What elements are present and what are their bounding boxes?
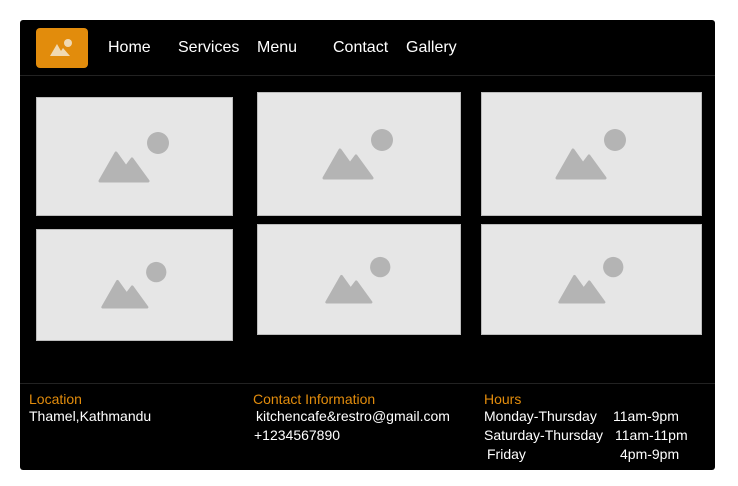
- location-text: Thamel,Kathmandu: [29, 408, 152, 424]
- gallery-image[interactable]: [257, 92, 461, 216]
- hours-days: Monday-Thursday: [484, 408, 597, 424]
- hours-title: Hours: [484, 391, 522, 407]
- contact-email[interactable]: kitchencafe&restro@gmail.com: [256, 408, 450, 424]
- page-frame: Home Services Menu Contact Gallery Locat…: [20, 20, 715, 470]
- image-placeholder-icon: [98, 131, 169, 182]
- nav-link-contact[interactable]: Contact: [333, 39, 388, 57]
- gallery-image[interactable]: [257, 224, 461, 335]
- image-placeholder-icon: [50, 39, 72, 56]
- gallery-image[interactable]: [36, 229, 233, 341]
- image-placeholder-icon: [557, 256, 623, 304]
- hours-days: Friday: [487, 446, 526, 462]
- nav-link-services[interactable]: Services: [178, 39, 239, 57]
- logo[interactable]: [36, 28, 88, 68]
- hours-time: 11am-9pm: [613, 408, 679, 424]
- location-title: Location: [29, 391, 82, 407]
- nav-link-menu[interactable]: Menu: [257, 39, 297, 57]
- nav-link-gallery[interactable]: Gallery: [406, 39, 457, 57]
- gallery-image[interactable]: [481, 92, 702, 216]
- contact-title: Contact Information: [253, 391, 376, 407]
- footer: Location Thamel,Kathmandu Contact Inform…: [20, 383, 715, 470]
- gallery-image[interactable]: [36, 97, 233, 216]
- hours-time: 11am-11pm: [615, 427, 688, 443]
- image-placeholder-icon: [555, 129, 626, 180]
- navbar: Home Services Menu Contact Gallery: [20, 20, 715, 76]
- image-placeholder-icon: [325, 256, 391, 304]
- hours-days: Saturday-Thursday: [484, 427, 604, 443]
- nav-link-home[interactable]: Home: [108, 39, 151, 57]
- image-placeholder-icon: [100, 261, 166, 309]
- hours-time: 4pm-9pm: [620, 446, 680, 462]
- gallery-image[interactable]: [481, 224, 702, 335]
- contact-phone[interactable]: +1234567890: [254, 427, 340, 443]
- image-placeholder-icon: [322, 129, 393, 180]
